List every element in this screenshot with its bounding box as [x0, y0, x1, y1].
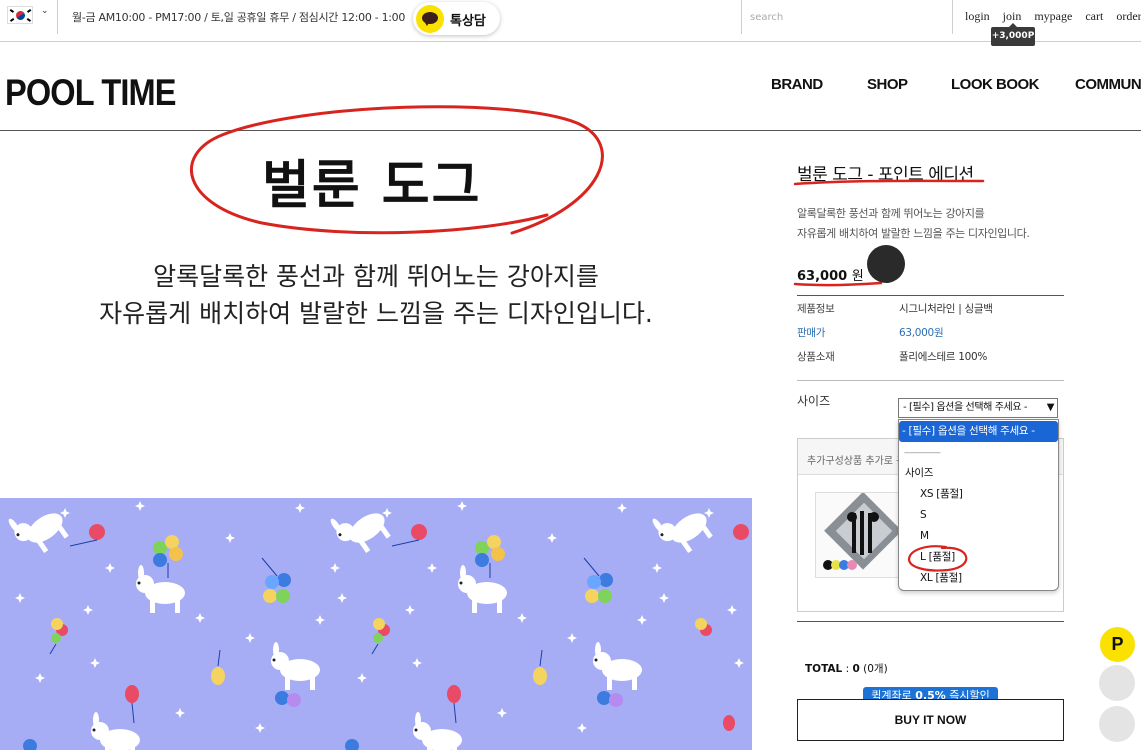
- hero-desc-line-1: 알록달록한 풍선과 함께 뛰어노는 강아지를: [153, 262, 599, 291]
- pattern-tile: [649, 498, 749, 731]
- dropdown-option-s[interactable]: S: [899, 505, 1058, 526]
- search-input[interactable]: [741, 0, 953, 34]
- floating-button[interactable]: [1099, 706, 1135, 742]
- annotation-underline: [793, 179, 985, 186]
- order-link[interactable]: order: [1116, 9, 1141, 23]
- divider: [797, 295, 1064, 296]
- balloon-dog-pattern: [5, 498, 749, 750]
- total-label: TOTAL: [805, 663, 843, 675]
- info-value: 시그니처라인 | 싱글백: [899, 303, 993, 315]
- size-select[interactable]: - [필수] 옵션을 선택해 주세요 - ▼: [898, 398, 1058, 418]
- hero-title: 벌룬 도그: [262, 156, 482, 216]
- dropdown-group-size: 사이즈: [905, 467, 934, 479]
- dropdown-option-xs[interactable]: XS [품절]: [899, 484, 1058, 505]
- business-hours: 월-금 AM10:00 - PM17:00 / 토,일 공휴일 휴무 / 점심시…: [72, 11, 406, 24]
- info-key: 제품정보: [797, 303, 835, 315]
- info-value: 폴리에스테르 100%: [899, 351, 988, 363]
- korea-flag-icon[interactable]: [7, 6, 33, 24]
- dropdown-option-placeholder[interactable]: - [필수] 옵션을 선택해 주세요 -: [899, 421, 1058, 442]
- buy-now-button[interactable]: BUY IT NOW: [797, 699, 1064, 741]
- info-value: 63,000원: [899, 327, 944, 339]
- nav-lookbook[interactable]: LOOK BOOK: [951, 76, 1040, 93]
- size-select-value: - [필수] 옵션을 선택해 주세요 -: [903, 402, 1028, 413]
- nav-shop[interactable]: SHOP: [867, 76, 908, 93]
- total-price: TOTAL : 0 (0개): [805, 663, 888, 675]
- info-key: 상품소재: [797, 351, 835, 363]
- product-desc-line-1: 알록달록한 풍선과 함께 뛰어노는 강아지를: [797, 207, 985, 220]
- hero-description: 알록달록한 풍선과 함께 뛰어노는 강아지를 자유롭게 배치하여 발랄한 느낌을…: [0, 258, 752, 332]
- site-logo[interactable]: POOL TIME: [5, 72, 176, 114]
- product-description: 알록달록한 풍선과 함께 뛰어노는 강아지를 자유롭게 배치하여 발랄한 느낌을…: [797, 204, 1030, 244]
- total-value: 0: [852, 663, 860, 675]
- nav-community[interactable]: COMMUNITY: [1075, 76, 1141, 93]
- kakao-chat-label: 톡상담: [450, 14, 486, 29]
- cart-link[interactable]: cart: [1085, 9, 1103, 23]
- chevron-down-icon[interactable]: ⌄: [41, 6, 49, 16]
- top-bar: ⌄ 월-금 AM10:00 - PM17:00 / 토,일 공휴일 휴무 / 점…: [0, 0, 1141, 42]
- annotation-underline: [793, 281, 883, 287]
- info-key: 판매가: [797, 327, 826, 339]
- annotation-circle: [907, 545, 968, 572]
- size-label: 사이즈: [797, 394, 831, 408]
- divider: [797, 380, 1064, 381]
- join-link[interactable]: join: [1003, 9, 1022, 23]
- chevron-down-icon: ▼: [1046, 402, 1055, 413]
- pattern-tile: [5, 498, 340, 750]
- login-link[interactable]: login: [965, 9, 990, 23]
- divider: [57, 0, 58, 34]
- product-pattern-image: [0, 498, 752, 750]
- dropdown-divider: -------------------: [904, 448, 941, 457]
- point-icon[interactable]: P: [1100, 627, 1135, 662]
- account-links: login join mypage cart order: [965, 9, 1141, 24]
- product-desc-line-2: 자유롭게 배치하여 발랄한 느낌을 주는 디자인입니다.: [797, 227, 1030, 240]
- cursor-dot: [867, 245, 905, 283]
- kakao-talk-icon: [416, 5, 444, 33]
- nav-brand[interactable]: BRAND: [771, 76, 823, 93]
- hero-desc-line-2: 자유롭게 배치하여 발랄한 느낌을 주는 디자인입니다.: [99, 299, 653, 328]
- pattern-tile: [327, 498, 662, 750]
- floating-button[interactable]: [1099, 665, 1135, 701]
- mypage-link[interactable]: mypage: [1034, 9, 1072, 23]
- join-points-badge: +3,000P: [991, 23, 1035, 46]
- total-count: (0개): [863, 663, 888, 675]
- divider: [797, 621, 1064, 622]
- kakao-chat-button[interactable]: 톡상담: [413, 2, 500, 35]
